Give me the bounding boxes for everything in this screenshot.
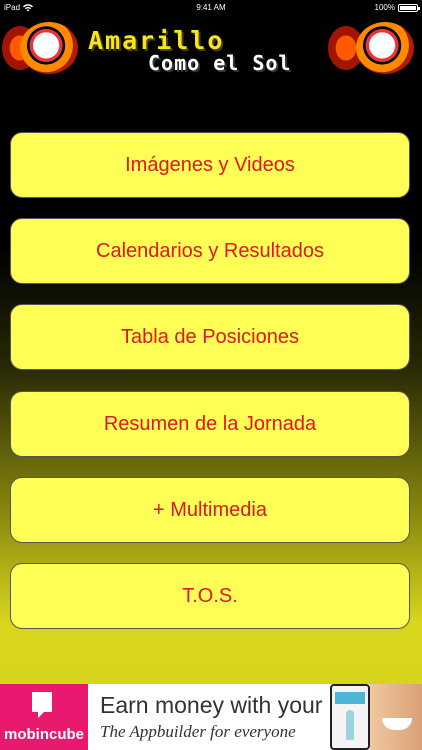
ad-subline[interactable]: The Appbuilder for everyone: [100, 722, 296, 742]
phone-image: [330, 684, 370, 750]
battery-icon: [398, 3, 420, 12]
menu-button-tos[interactable]: T.O.S.: [10, 563, 410, 629]
ad-banner[interactable]: mobincube Earn money with your apps The …: [0, 684, 422, 750]
menu-button-multimedia[interactable]: + Multimedia: [10, 477, 410, 543]
flaming-soccer-ball-icon: [20, 22, 78, 74]
menu-button-tabla-posiciones[interactable]: Tabla de Posiciones: [10, 304, 410, 370]
battery-level: [400, 5, 416, 10]
header-banner: Amarillo Como el Sol: [0, 16, 422, 80]
menu-button-imagenes-videos[interactable]: Imágenes y Videos: [10, 132, 410, 198]
smile: [382, 718, 412, 730]
main-menu: Imágenes y Videos Calendarios y Resultad…: [0, 80, 422, 684]
phone-screen: [335, 692, 365, 704]
phone-figure: [346, 710, 354, 740]
status-bar: iPad 9:41 AM 100%: [0, 0, 422, 16]
menu-button-calendarios-resultados[interactable]: Calendarios y Resultados: [10, 218, 410, 284]
mobincube-logo-icon: [32, 692, 52, 718]
banner-subtitle: Como el Sol: [148, 51, 292, 75]
status-time: 9:41 AM: [196, 3, 226, 12]
flaming-soccer-ball-icon: [356, 22, 414, 74]
smiling-person-image: [370, 684, 422, 750]
menu-button-resumen-jornada[interactable]: Resumen de la Jornada: [10, 391, 410, 457]
mobincube-logo[interactable]: mobincube: [0, 684, 88, 750]
battery-percent: 100%: [374, 3, 395, 12]
ad-brand: mobincube: [3, 726, 84, 743]
status-right: 100%: [374, 3, 420, 12]
